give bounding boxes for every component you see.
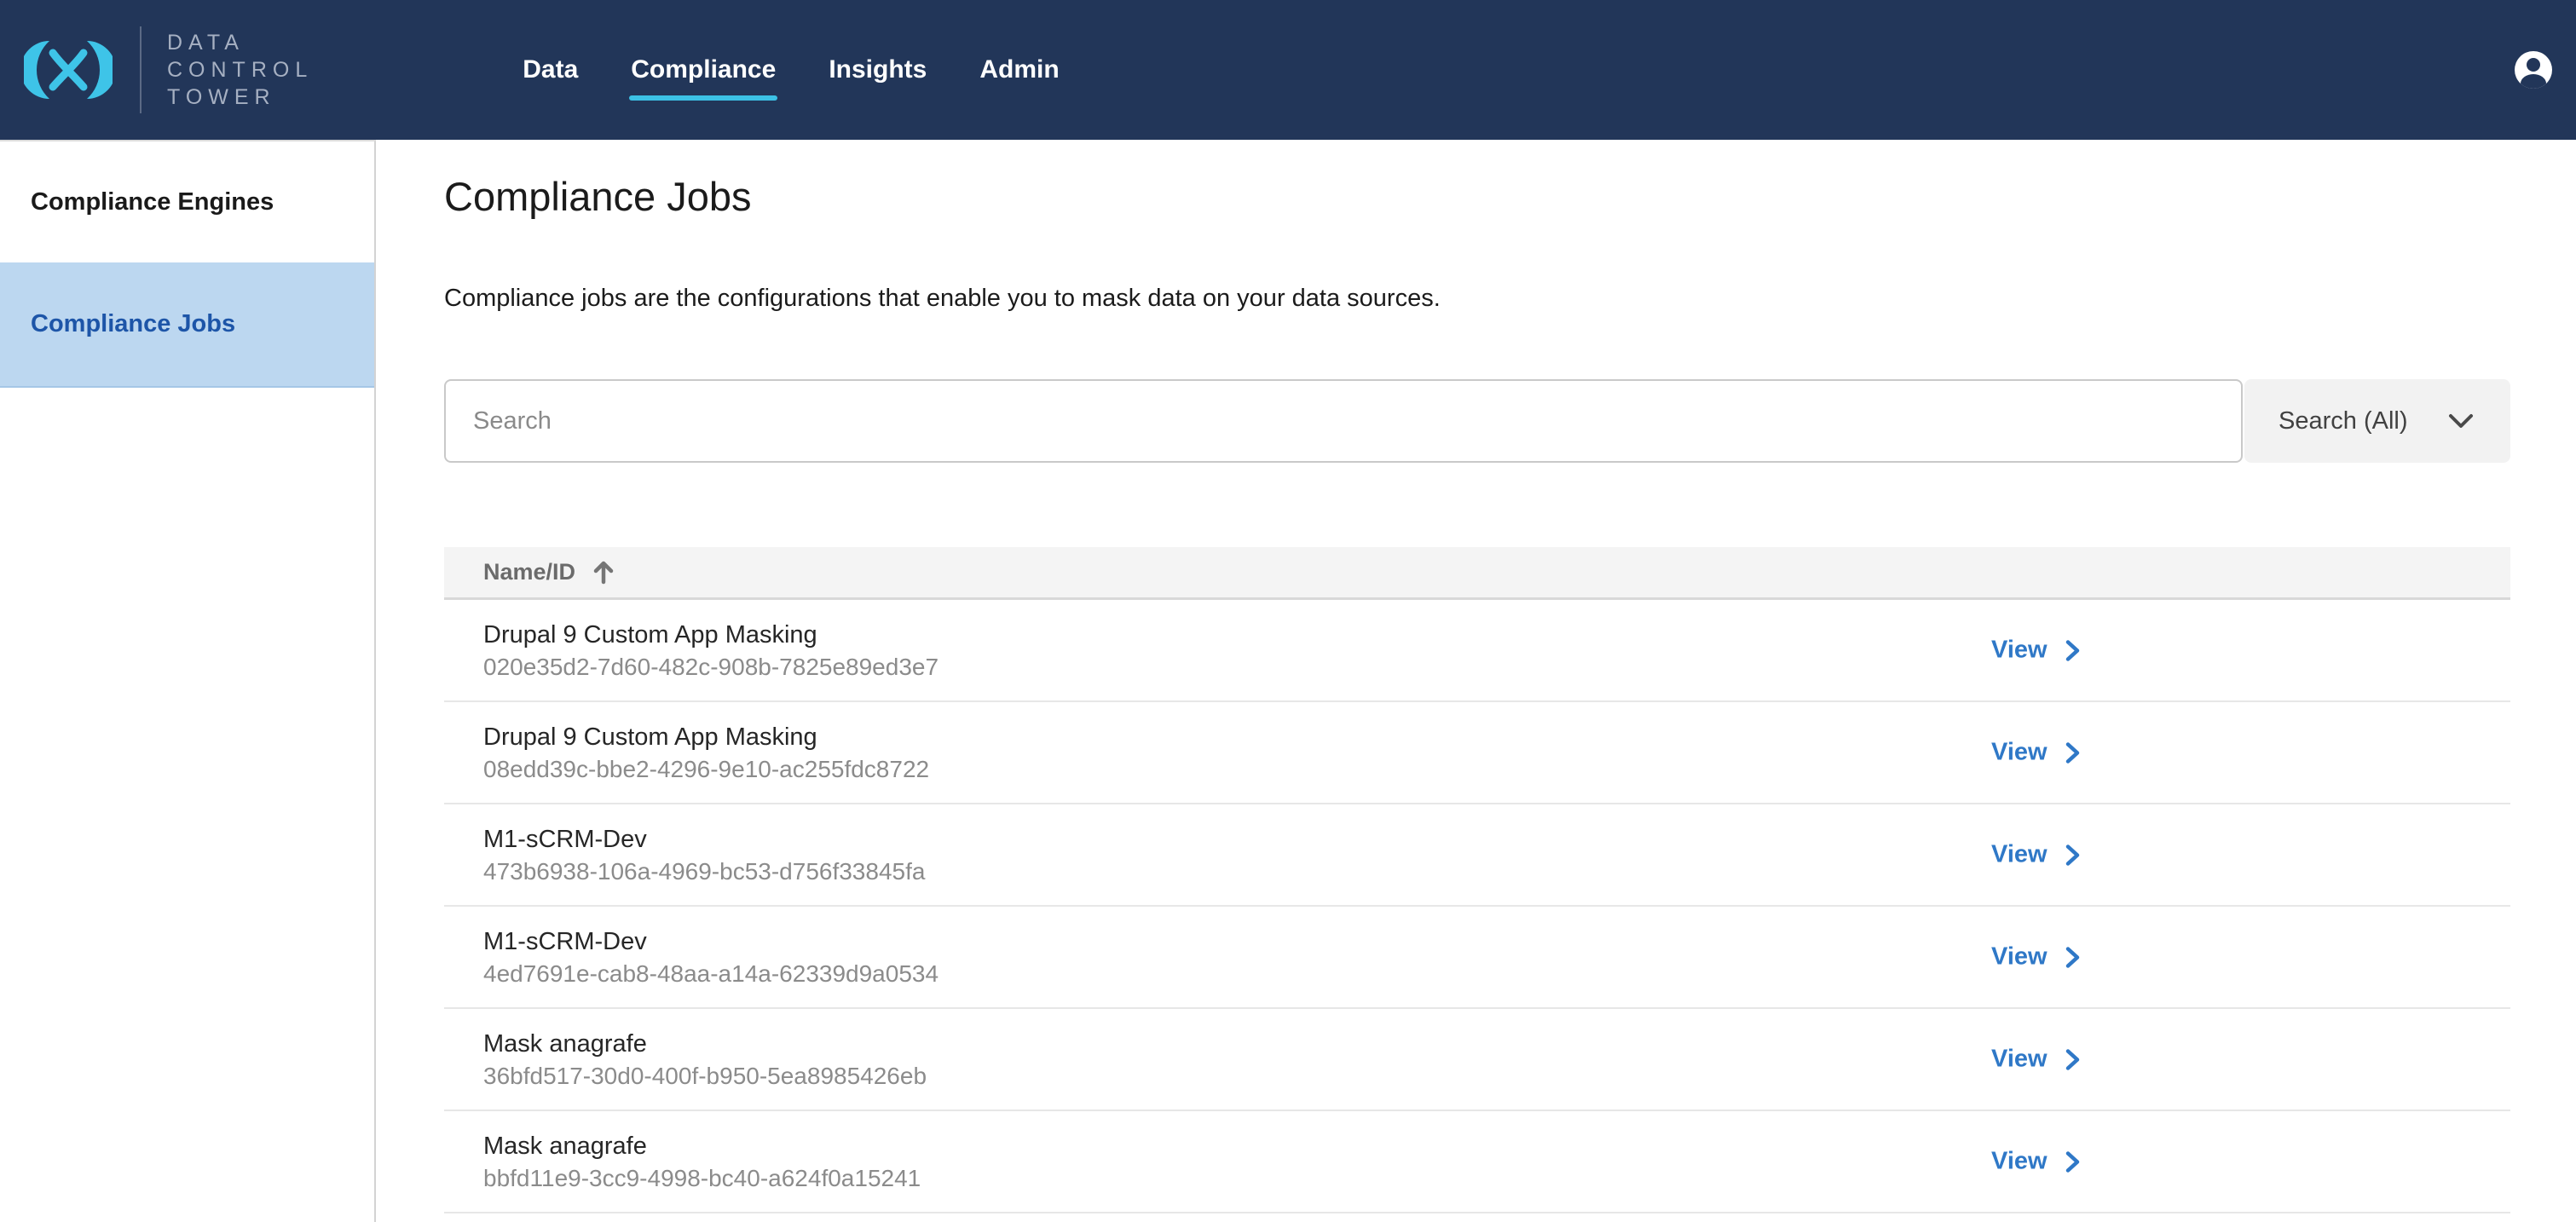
logo-line-1: DATA xyxy=(167,29,313,56)
nav-item-data[interactable]: Data xyxy=(523,0,578,140)
job-name: Drupal 9 Custom App Masking xyxy=(483,721,2510,753)
logo-line-2: CONTROL xyxy=(167,56,313,84)
sidebar-item-compliance-engines[interactable]: Compliance Engines xyxy=(0,141,374,262)
table-header-row: Name/ID xyxy=(444,547,2510,600)
table-row: M1-sCRM-Dev 4ed7691e-cab8-48aa-a14a-6233… xyxy=(444,907,2510,1009)
job-name: M1-sCRM-Dev xyxy=(483,925,2510,958)
view-link-label: View xyxy=(1991,739,2048,767)
view-link-label: View xyxy=(1991,1148,2048,1176)
view-link-label: View xyxy=(1991,637,2048,665)
view-link[interactable]: View xyxy=(1991,637,2085,665)
chevron-down-icon xyxy=(2444,404,2478,438)
page-title: Compliance Jobs xyxy=(444,172,2510,222)
logo-wordmark: DATA CONTROL TOWER xyxy=(167,29,313,111)
compliance-sidebar: Compliance Engines Compliance Jobs xyxy=(0,140,376,1222)
table-row: Drupal 9 Custom App Masking 08edd39c-bbe… xyxy=(444,702,2510,804)
search-scope-dropdown[interactable]: Search (All) xyxy=(2244,379,2510,463)
job-name: Mask anagrafe xyxy=(483,1130,2510,1162)
delphix-x-logo-icon xyxy=(24,37,113,102)
table-row: Mask anagrafe 36bfd517-30d0-400f-b950-5e… xyxy=(444,1009,2510,1111)
main-content: Compliance Jobs Compliance jobs are the … xyxy=(376,140,2576,1222)
table-row: Drupal 9 Custom App Masking 020e35d2-7d6… xyxy=(444,600,2510,702)
view-link[interactable]: View xyxy=(1991,841,2085,869)
job-id: 36bfd517-30d0-400f-b950-5ea8985426eb xyxy=(483,1060,2510,1092)
view-link[interactable]: View xyxy=(1991,1046,2085,1074)
column-header-name-id[interactable]: Name/ID xyxy=(483,559,575,585)
chevron-right-icon xyxy=(2059,1149,2085,1174)
nav-item-insights[interactable]: Insights xyxy=(829,0,927,140)
account-circle-icon[interactable] xyxy=(2513,49,2554,90)
chevron-right-icon xyxy=(2059,944,2085,970)
top-navbar: DATA CONTROL TOWER Data Compliance Insig… xyxy=(0,0,2576,140)
nav-item-admin[interactable]: Admin xyxy=(979,0,1059,140)
search-bar: Search (All) xyxy=(444,379,2510,463)
view-link[interactable]: View xyxy=(1991,943,2085,971)
logo-divider xyxy=(140,26,142,113)
job-id: 4ed7691e-cab8-48aa-a14a-62339d9a0534 xyxy=(483,958,2510,989)
view-link[interactable]: View xyxy=(1991,1148,2085,1176)
app-logo: DATA CONTROL TOWER xyxy=(24,26,313,113)
compliance-jobs-table: Name/ID Drupal 9 Custom App Masking 020e… xyxy=(444,547,2510,1213)
nav-item-compliance[interactable]: Compliance xyxy=(631,0,776,140)
table-row: Mask anagrafe bbfd11e9-3cc9-4998-bc40-a6… xyxy=(444,1111,2510,1213)
chevron-right-icon xyxy=(2059,842,2085,868)
view-link-label: View xyxy=(1991,841,2048,869)
chevron-right-icon xyxy=(2059,1046,2085,1072)
job-id: 020e35d2-7d60-482c-908b-7825e89ed3e7 xyxy=(483,651,2510,683)
table-row: M1-sCRM-Dev 473b6938-106a-4969-bc53-d756… xyxy=(444,804,2510,907)
arrow-up-icon[interactable] xyxy=(589,558,618,587)
chevron-right-icon xyxy=(2059,740,2085,765)
view-link[interactable]: View xyxy=(1991,739,2085,767)
search-input[interactable] xyxy=(444,379,2243,463)
job-id: 473b6938-106a-4969-bc53-d756f33845fa xyxy=(483,856,2510,887)
chevron-right-icon xyxy=(2059,637,2085,663)
job-name: M1-sCRM-Dev xyxy=(483,823,2510,856)
primary-nav: Data Compliance Insights Admin xyxy=(523,0,1059,140)
logo-line-3: TOWER xyxy=(167,84,313,111)
sidebar-item-compliance-jobs[interactable]: Compliance Jobs xyxy=(0,262,374,388)
job-name: Drupal 9 Custom App Masking xyxy=(483,619,2510,651)
job-id: 08edd39c-bbe2-4296-9e10-ac255fdc8722 xyxy=(483,753,2510,785)
view-link-label: View xyxy=(1991,943,2048,971)
page-description: Compliance jobs are the configurations t… xyxy=(444,283,2510,314)
view-link-label: View xyxy=(1991,1046,2048,1074)
job-name: Mask anagrafe xyxy=(483,1028,2510,1060)
search-scope-label: Search (All) xyxy=(2279,407,2408,435)
job-id: bbfd11e9-3cc9-4998-bc40-a624f0a15241 xyxy=(483,1162,2510,1194)
